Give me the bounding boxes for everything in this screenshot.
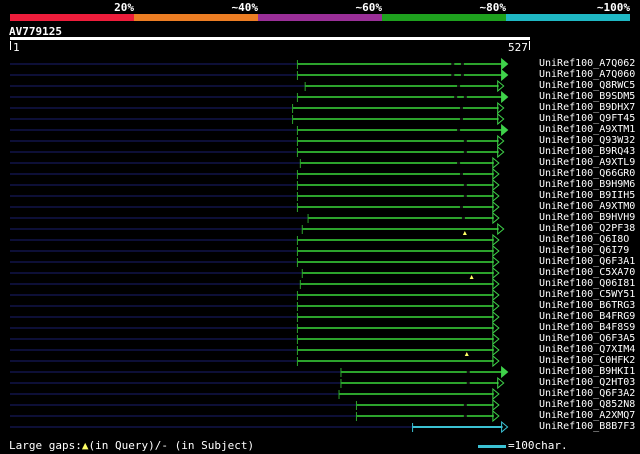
hit-label[interactable]: UniRef100_Q6I8O bbox=[539, 234, 629, 245]
hit-label[interactable]: UniRef100_C0HFK2 bbox=[539, 355, 635, 366]
hit-label[interactable]: UniRef100_Q7XIM4 bbox=[539, 344, 635, 355]
query-gap-marker bbox=[464, 352, 469, 356]
subject-gap bbox=[466, 382, 470, 384]
hit-label[interactable]: UniRef100_Q6F3A2 bbox=[539, 388, 635, 399]
subject-gap bbox=[459, 206, 463, 208]
gap-legend: Large gaps:▲(in Query)/- (in Subject) bbox=[9, 439, 254, 452]
hit-label[interactable]: UniRef100_A7Q062 bbox=[539, 58, 635, 69]
hit-end-arrow bbox=[501, 90, 509, 104]
hit-label[interactable]: UniRef100_B4F8S9 bbox=[539, 322, 635, 333]
hit-end-arrow bbox=[501, 68, 509, 82]
hit-label[interactable]: UniRef100_Q6F3A5 bbox=[539, 333, 635, 344]
hit-label[interactable]: UniRef100_B9SDM5 bbox=[539, 91, 635, 102]
hit-label[interactable]: UniRef100_Q6F3A1 bbox=[539, 256, 635, 267]
hit-end-arrow bbox=[501, 57, 509, 71]
hit-label[interactable]: UniRef100_B9HKI1 bbox=[539, 366, 635, 377]
hit-label[interactable]: UniRef100_B4FRG9 bbox=[539, 311, 635, 322]
subject-gap bbox=[451, 63, 455, 65]
scale-key-bar bbox=[478, 445, 506, 448]
scale-key-label: =100char. bbox=[508, 439, 568, 452]
hit-label[interactable]: UniRef100_B9RQ43 bbox=[539, 146, 635, 157]
hit-label[interactable]: UniRef100_Q6I79 bbox=[539, 245, 629, 256]
hit-label[interactable]: UniRef100_Q9FT45 bbox=[539, 113, 635, 124]
hit-end-arrow bbox=[501, 123, 509, 137]
subject-gap bbox=[451, 74, 455, 76]
hit-label[interactable]: UniRef100_Q2PF38 bbox=[539, 223, 635, 234]
query-gap-marker bbox=[462, 231, 467, 235]
hit-label[interactable]: UniRef100_C5XA70 bbox=[539, 267, 635, 278]
gap-legend-middle: (in Query)/ bbox=[88, 439, 162, 452]
hit-label[interactable]: UniRef100_A2XMQ7 bbox=[539, 410, 635, 421]
subject-gap bbox=[461, 217, 465, 219]
hit-label[interactable]: UniRef100_Q852N8 bbox=[539, 399, 635, 410]
blast-graphic-overview: 20% ~40% ~60% ~80% ~100% AV779125 1 527 UniR… bbox=[0, 0, 640, 454]
hit-label[interactable]: UniRef100_Q06I81 bbox=[539, 278, 635, 289]
gap-legend-suffix: (in Subject) bbox=[167, 439, 255, 452]
subject-gap bbox=[457, 85, 461, 87]
hit-label[interactable]: UniRef100_Q2HT03 bbox=[539, 377, 635, 388]
subject-gap bbox=[459, 107, 463, 109]
subject-gap bbox=[463, 415, 467, 417]
dash-icon: - bbox=[161, 439, 168, 452]
hit-label[interactable]: UniRef100_B6TRG3 bbox=[539, 300, 635, 311]
subject-gap bbox=[459, 118, 463, 120]
subject-gap bbox=[463, 151, 467, 153]
hit-label[interactable]: UniRef100_A7Q060 bbox=[539, 69, 635, 80]
subject-gap bbox=[466, 371, 470, 373]
query-gap-marker bbox=[469, 275, 474, 279]
hit-label[interactable]: UniRef100_B9H9M6 bbox=[539, 179, 635, 190]
hit-label[interactable]: UniRef100_B9IIH5 bbox=[539, 190, 635, 201]
hit-end-arrow bbox=[501, 365, 509, 379]
hit-label[interactable]: UniRef100_B9HVH9 bbox=[539, 212, 635, 223]
subject-gap bbox=[460, 74, 464, 76]
subject-gap bbox=[457, 162, 461, 164]
hit-label[interactable]: UniRef100_A9XTM0 bbox=[539, 201, 635, 212]
hit-label[interactable]: UniRef100_B9DHX7 bbox=[539, 102, 635, 113]
subject-gap bbox=[463, 140, 467, 142]
subject-gap bbox=[463, 184, 467, 186]
hit-label[interactable]: UniRef100_A9XTM1 bbox=[539, 124, 635, 135]
subject-gap bbox=[454, 96, 458, 98]
hit-label[interactable]: UniRef100_Q66GR0 bbox=[539, 168, 635, 179]
subject-gap bbox=[460, 63, 464, 65]
hit-label[interactable]: UniRef100_Q8RWC5 bbox=[539, 80, 635, 91]
subject-gap bbox=[459, 173, 463, 175]
subject-gap bbox=[463, 195, 467, 197]
subject-gap bbox=[457, 129, 461, 131]
hit-label[interactable]: UniRef100_A9XTL9 bbox=[539, 157, 635, 168]
hit-label[interactable]: UniRef100_B8B7F3 bbox=[539, 421, 635, 432]
hit-label[interactable]: UniRef100_Q93W32 bbox=[539, 135, 635, 146]
gap-legend-prefix: Large gaps: bbox=[9, 439, 82, 452]
hit-label[interactable]: UniRef100_C5WY51 bbox=[539, 289, 635, 300]
subject-gap bbox=[463, 96, 467, 98]
subject-gap bbox=[463, 404, 467, 406]
